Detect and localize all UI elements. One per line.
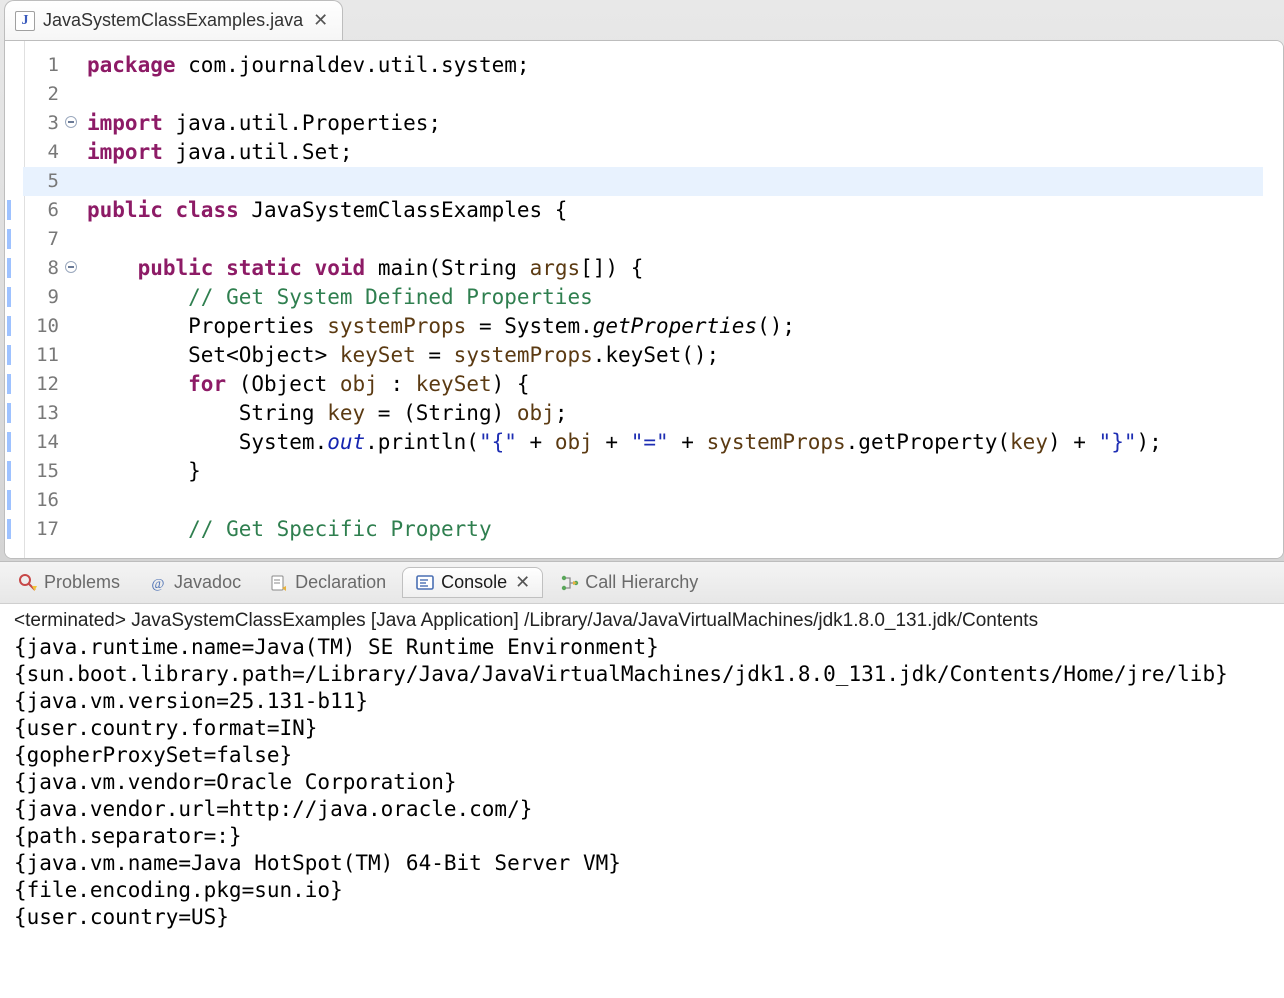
code-area[interactable]: 1package com.journaldev.util.system;23im… [23, 51, 1263, 558]
code-text[interactable]: public class JavaSystemClassExamples { [63, 196, 567, 225]
fold-toggle-icon[interactable] [65, 116, 77, 128]
call-hierarchy-icon [559, 573, 579, 593]
code-text[interactable]: // Get System Defined Properties [63, 283, 593, 312]
code-text[interactable]: System.out.println("{" + obj + "=" + sys… [63, 428, 1162, 457]
code-text[interactable]: Set<Object> keySet = systemProps.keySet(… [63, 341, 719, 370]
console-icon [415, 573, 435, 593]
problems-icon [18, 573, 38, 593]
line-number: 9 [23, 283, 63, 312]
code-line[interactable]: 8 public static void main(String args[])… [23, 254, 1263, 283]
code-line[interactable]: 3import java.util.Properties; [23, 109, 1263, 138]
code-line[interactable]: 13 String key = (String) obj; [23, 399, 1263, 428]
close-icon[interactable]: ✕ [515, 572, 530, 593]
svg-text:@: @ [152, 577, 165, 592]
code-line[interactable]: 5 [23, 167, 1263, 196]
line-number: 17 [23, 515, 63, 544]
selection-marker [7, 200, 11, 220]
code-text[interactable]: String key = (String) obj; [63, 399, 567, 428]
code-line[interactable]: 2 [23, 80, 1263, 109]
selection-marker [7, 229, 11, 249]
tab-label: Problems [44, 572, 120, 593]
code-text[interactable] [63, 225, 87, 254]
tab-problems[interactable]: Problems [6, 568, 132, 597]
declaration-icon [269, 573, 289, 593]
code-text[interactable]: } [63, 457, 201, 486]
editor-tab-filename: JavaSystemClassExamples.java [43, 10, 303, 31]
code-line[interactable]: 1package com.journaldev.util.system; [23, 51, 1263, 80]
code-line[interactable]: 10 Properties systemProps = System.getPr… [23, 312, 1263, 341]
line-number: 4 [23, 138, 63, 167]
code-text[interactable]: // Get Specific Property [63, 515, 492, 544]
code-text[interactable]: public static void main(String args[]) { [63, 254, 643, 283]
code-line[interactable]: 14 System.out.println("{" + obj + "=" + … [23, 428, 1263, 457]
selection-marker [7, 490, 11, 510]
java-file-icon: J [15, 11, 35, 31]
tab-call-hierarchy[interactable]: Call Hierarchy [547, 568, 710, 597]
editor-body[interactable]: 1package com.journaldev.util.system;23im… [4, 40, 1284, 559]
line-number: 2 [23, 80, 63, 109]
code-line[interactable]: 16 [23, 486, 1263, 515]
code-text[interactable] [63, 486, 87, 515]
code-line[interactable]: 15 } [23, 457, 1263, 486]
editor-gutter-right [1263, 41, 1283, 558]
code-line[interactable]: 9 // Get System Defined Properties [23, 283, 1263, 312]
line-number: 3 [23, 109, 63, 138]
line-number: 13 [23, 399, 63, 428]
code-text[interactable]: package com.journaldev.util.system; [63, 51, 530, 80]
selection-marker [7, 258, 11, 278]
code-line[interactable]: 11 Set<Object> keySet = systemProps.keyS… [23, 341, 1263, 370]
line-number: 1 [23, 51, 63, 80]
code-text[interactable] [63, 167, 87, 196]
line-number: 10 [23, 312, 63, 341]
close-icon[interactable]: ✕ [313, 10, 328, 31]
selection-marker [7, 432, 11, 452]
code-text[interactable]: Properties systemProps = System.getPrope… [63, 312, 795, 341]
code-line[interactable]: 7 [23, 225, 1263, 254]
editor-pane: J JavaSystemClassExamples.java ✕ 1packag… [0, 0, 1284, 562]
line-number: 8 [23, 254, 63, 283]
code-line[interactable]: 6public class JavaSystemClassExamples { [23, 196, 1263, 225]
console-output[interactable]: {java.runtime.name=Java(TM) SE Runtime E… [0, 634, 1284, 931]
line-number: 7 [23, 225, 63, 254]
fold-toggle-icon[interactable] [65, 261, 77, 273]
code-line[interactable]: 12 for (Object obj : keySet) { [23, 370, 1263, 399]
selection-marker [7, 519, 11, 539]
line-number: 14 [23, 428, 63, 457]
line-number: 6 [23, 196, 63, 225]
tab-label: Javadoc [174, 572, 241, 593]
editor-file-tab[interactable]: J JavaSystemClassExamples.java ✕ [4, 0, 343, 40]
tab-console[interactable]: Console ✕ [402, 567, 543, 598]
code-text[interactable]: for (Object obj : keySet) { [63, 370, 530, 399]
console-status-line: <terminated> JavaSystemClassExamples [Ja… [0, 604, 1284, 634]
code-line[interactable]: 4import java.util.Set; [23, 138, 1263, 167]
code-text[interactable] [63, 80, 87, 109]
tab-label: Call Hierarchy [585, 572, 698, 593]
code-text[interactable]: import java.util.Properties; [63, 109, 441, 138]
code-text[interactable]: import java.util.Set; [63, 138, 353, 167]
views-tab-bar: Problems @ Javadoc Declaration [0, 562, 1284, 604]
selection-marker [7, 403, 11, 423]
selection-marker [7, 287, 11, 307]
selection-marker [7, 461, 11, 481]
selection-marker [7, 345, 11, 365]
line-number: 12 [23, 370, 63, 399]
line-number: 5 [23, 167, 63, 196]
selection-marker [7, 374, 11, 394]
tab-javadoc[interactable]: @ Javadoc [136, 568, 253, 597]
tab-declaration[interactable]: Declaration [257, 568, 398, 597]
code-line[interactable]: 17 // Get Specific Property [23, 515, 1263, 544]
tab-label: Console [441, 572, 507, 593]
selection-marker [7, 316, 11, 336]
line-number: 11 [23, 341, 63, 370]
line-number: 16 [23, 486, 63, 515]
javadoc-icon: @ [148, 573, 168, 593]
line-number: 15 [23, 457, 63, 486]
tab-label: Declaration [295, 572, 386, 593]
